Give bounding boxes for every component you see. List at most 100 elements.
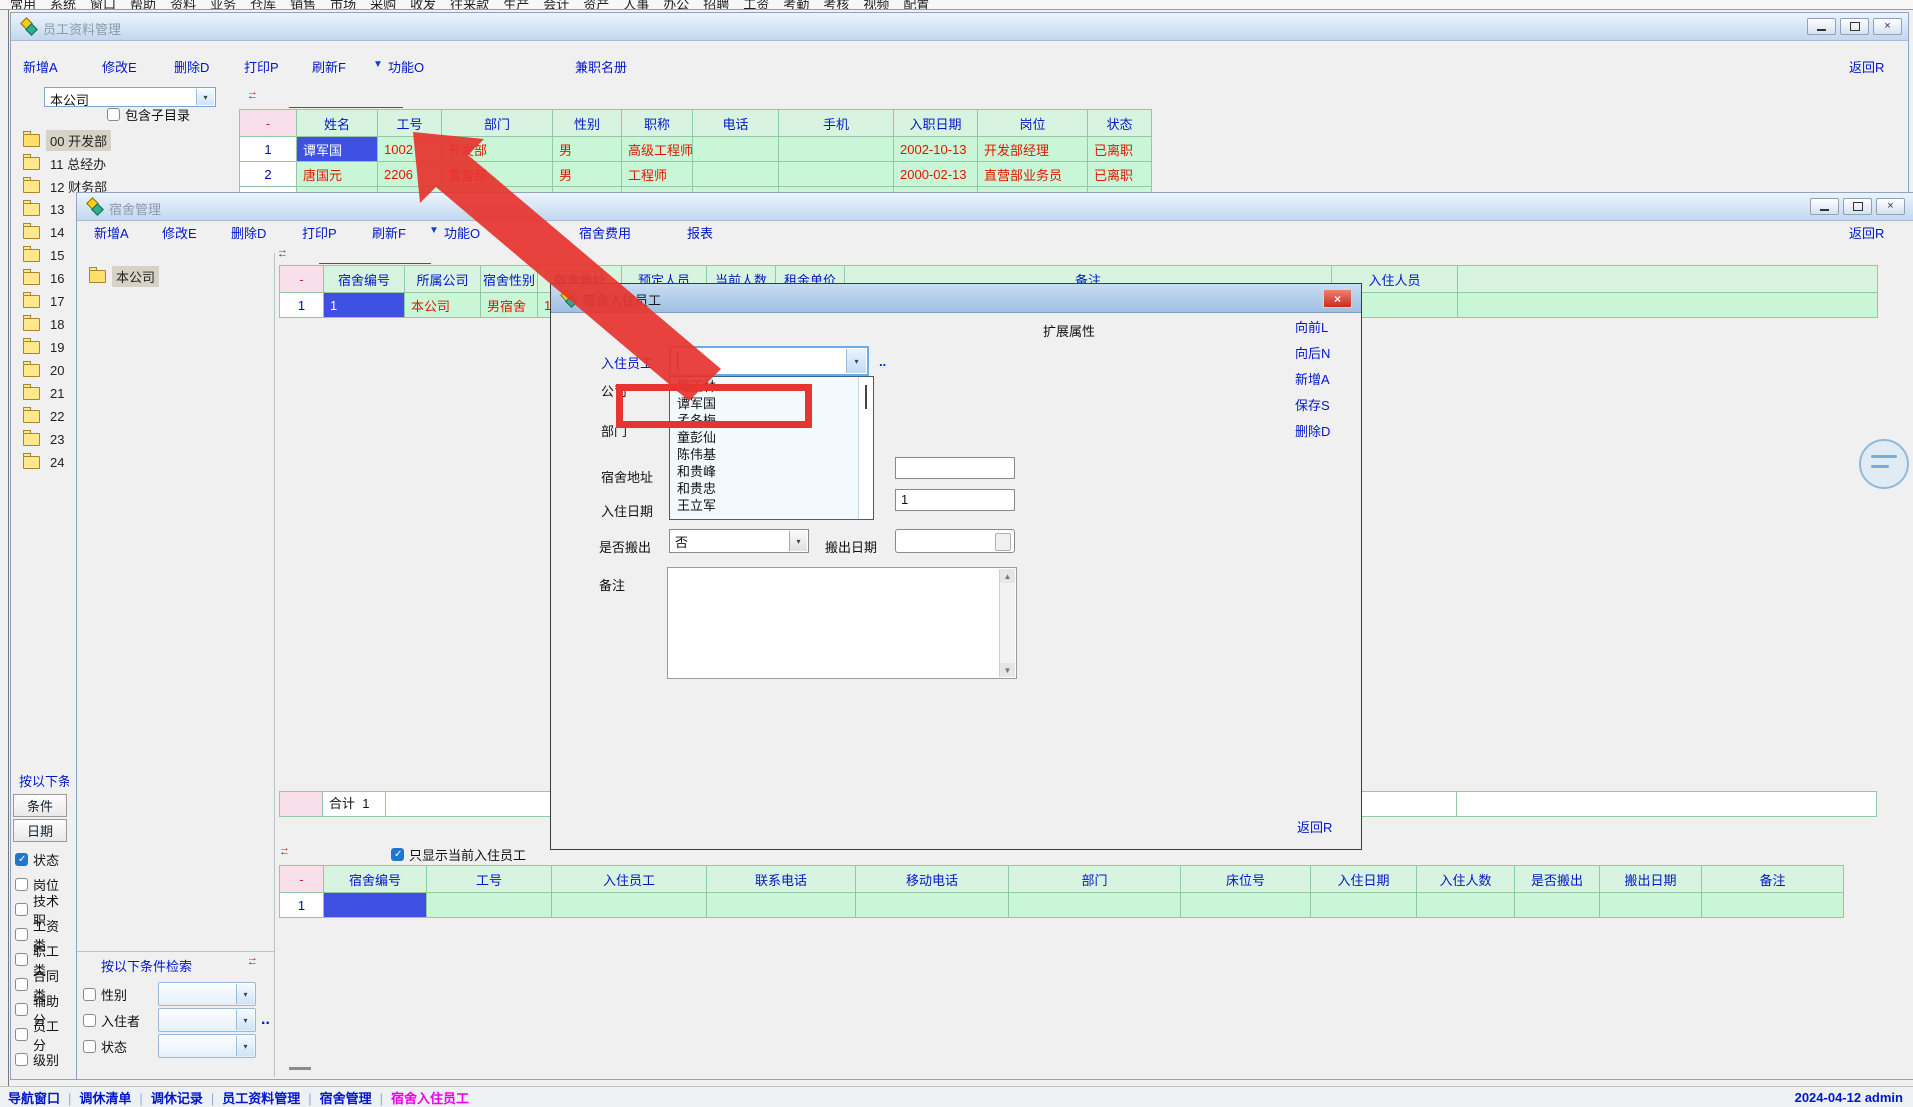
- column-header[interactable]: 手机: [779, 110, 894, 137]
- status-nav-item[interactable]: 员工资料管理: [203, 1088, 300, 1107]
- column-header[interactable]: 职称: [622, 110, 693, 137]
- column-header[interactable]: 移动电话: [856, 866, 1009, 893]
- column-header[interactable]: 性别: [553, 110, 622, 137]
- menu-item[interactable]: 人事: [623, 0, 649, 3]
- dialog-action-link[interactable]: 新增A: [1295, 369, 1330, 395]
- table-cell[interactable]: 已离职: [1088, 162, 1152, 187]
- status-nav-item[interactable]: 调休记录: [131, 1088, 202, 1107]
- dropdown-option[interactable]: 王立军: [670, 497, 859, 514]
- minimize-button[interactable]: [1810, 198, 1839, 215]
- function-menu-button[interactable]: 功能O: [444, 223, 480, 242]
- table-cell[interactable]: 本公司: [405, 293, 481, 318]
- dialog-action-link[interactable]: 保存S: [1295, 395, 1330, 421]
- lookup-dots[interactable]: ..: [879, 354, 886, 369]
- reports-button[interactable]: 报表: [687, 223, 713, 242]
- chevron-down-icon[interactable]: ▾: [236, 1010, 254, 1030]
- table-cell[interactable]: [1181, 893, 1311, 918]
- menu-item[interactable]: 常用: [10, 0, 36, 3]
- table-cell[interactable]: 2206: [378, 162, 442, 187]
- table-cell[interactable]: [1311, 893, 1417, 918]
- dropdown-option[interactable]: 周玉林: [670, 378, 859, 395]
- column-header[interactable]: 宿舍编号: [324, 266, 405, 293]
- delete-button[interactable]: 删除D: [231, 223, 266, 242]
- swap-columns-icon[interactable]: →←: [277, 247, 295, 261]
- dialog-close-button[interactable]: ×: [1323, 289, 1352, 308]
- column-header[interactable]: 床位号: [1181, 866, 1311, 893]
- close-button[interactable]: ×: [1876, 198, 1905, 215]
- table-cell[interactable]: 谭军国: [297, 137, 378, 162]
- table-cell[interactable]: 开发部: [442, 137, 553, 162]
- menu-item[interactable]: 系统: [50, 0, 76, 3]
- tree-item-department[interactable]: 00 开发部: [23, 129, 111, 152]
- resident-combobox[interactable]: ▾: [669, 346, 869, 376]
- add-button[interactable]: 新增A: [23, 57, 58, 76]
- menu-item[interactable]: 工资: [743, 0, 769, 3]
- column-header[interactable]: -: [280, 266, 324, 293]
- table-cell[interactable]: 1002: [378, 137, 442, 162]
- checkbox-box[interactable]: [15, 1028, 28, 1041]
- company-select[interactable]: 本公司 ▾: [44, 87, 216, 107]
- date-picker-icon[interactable]: [995, 533, 1011, 551]
- scroll-up-icon[interactable]: ▲: [1000, 569, 1015, 583]
- parttime-roster-button[interactable]: 兼职名册: [575, 57, 627, 76]
- checkbox-box[interactable]: [391, 848, 404, 861]
- table-cell[interactable]: 2000-02-13: [894, 162, 978, 187]
- menu-item[interactable]: 市场: [330, 0, 356, 3]
- dropdown-option[interactable]: 和贵忠: [670, 480, 859, 497]
- table-cell[interactable]: [693, 137, 779, 162]
- table-cell[interactable]: [693, 162, 779, 187]
- textarea-scrollbar[interactable]: ▲▼: [999, 569, 1015, 677]
- splitter-handle[interactable]: [289, 1067, 311, 1070]
- minimize-button[interactable]: [1807, 18, 1836, 35]
- checkbox-box[interactable]: [15, 903, 28, 916]
- table-cell[interactable]: 1: [240, 137, 297, 162]
- chevron-down-icon[interactable]: ▾: [236, 984, 254, 1004]
- table-cell[interactable]: [1009, 893, 1181, 918]
- table-cell[interactable]: 工程师: [622, 162, 693, 187]
- table-cell[interactable]: 直营部业务员: [978, 162, 1088, 187]
- menu-item[interactable]: 仓库: [250, 0, 276, 3]
- table-cell[interactable]: [1702, 893, 1844, 918]
- checkbox-box[interactable]: [15, 978, 28, 991]
- dropdown-option[interactable]: 陈伟基: [670, 446, 859, 463]
- search-checkbox[interactable]: 状态: [83, 1037, 153, 1056]
- column-header[interactable]: 搬出日期: [1600, 866, 1702, 893]
- edit-button[interactable]: 修改E: [102, 57, 137, 76]
- chevron-down-icon[interactable]: ▾: [236, 1036, 254, 1056]
- address-extra-input[interactable]: [895, 457, 1015, 479]
- table-cell[interactable]: 2: [240, 162, 297, 187]
- menu-item[interactable]: 业务: [210, 0, 236, 3]
- table-cell[interactable]: [856, 893, 1009, 918]
- return-button[interactable]: 返回R: [1849, 57, 1884, 76]
- table-cell[interactable]: 已离职: [1088, 137, 1152, 162]
- swap-columns-icon[interactable]: →←: [247, 955, 265, 969]
- table-cell[interactable]: 2002-10-13: [894, 137, 978, 162]
- table-cell[interactable]: 1: [280, 893, 324, 918]
- column-header[interactable]: 宿舍性别: [481, 266, 538, 293]
- function-menu-button[interactable]: 功能O: [388, 57, 424, 76]
- column-header[interactable]: [1458, 266, 1878, 293]
- column-header[interactable]: 入住人数: [1417, 866, 1515, 893]
- column-header[interactable]: 工号: [427, 866, 552, 893]
- print-button[interactable]: 打印P: [302, 223, 337, 242]
- menu-item[interactable]: 生产: [503, 0, 529, 3]
- table-cell[interactable]: 男: [553, 162, 622, 187]
- tree-item-company[interactable]: 本公司: [89, 265, 159, 288]
- table-cell[interactable]: [1600, 893, 1702, 918]
- include-subdir-checkbox[interactable]: 包含子目录: [107, 105, 190, 124]
- menu-item[interactable]: 采购: [370, 0, 396, 3]
- dropdown-option[interactable]: 谭军国: [670, 395, 859, 412]
- return-button[interactable]: 返回R: [1849, 223, 1884, 242]
- menu-item[interactable]: 配置: [903, 0, 929, 3]
- column-header[interactable]: 部门: [1009, 866, 1181, 893]
- maximize-button[interactable]: [1843, 198, 1872, 215]
- checkbox-box[interactable]: [15, 1053, 28, 1066]
- chevron-down-icon[interactable]: ▾: [196, 89, 214, 105]
- filter-checkbox[interactable]: 员工分: [15, 1022, 67, 1047]
- menu-item[interactable]: 会计: [543, 0, 569, 3]
- column-header[interactable]: 部门: [442, 110, 553, 137]
- menu-item[interactable]: 帮助: [130, 0, 156, 3]
- table-cell[interactable]: [427, 893, 552, 918]
- dialog-action-link[interactable]: 删除D: [1295, 421, 1330, 447]
- table-cell[interactable]: [1458, 293, 1878, 318]
